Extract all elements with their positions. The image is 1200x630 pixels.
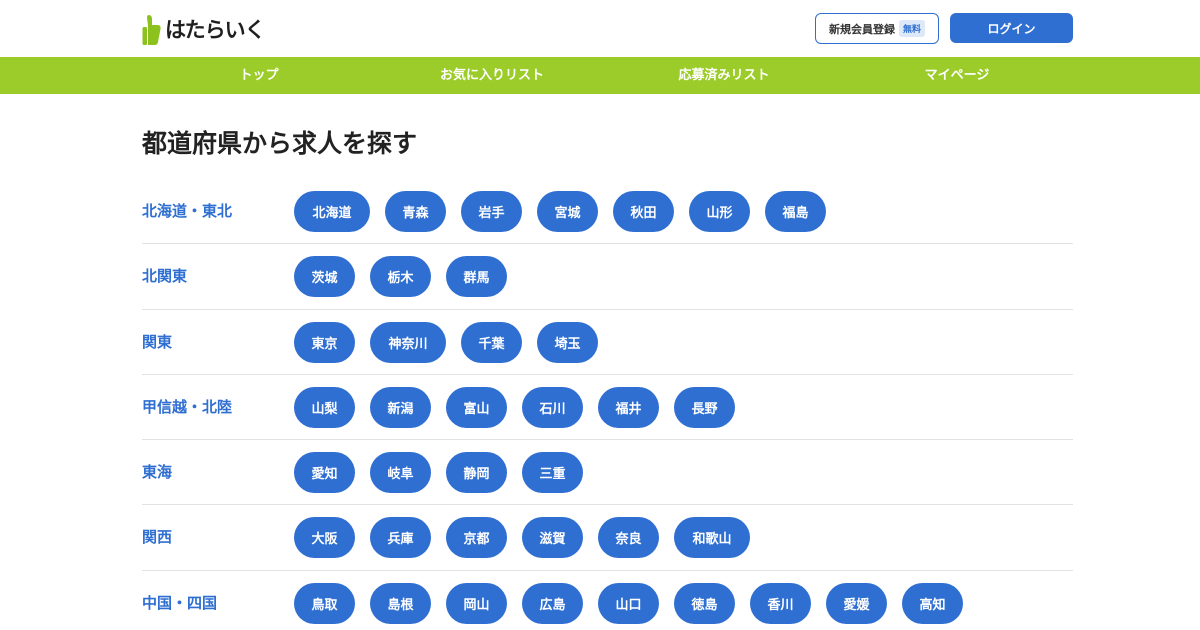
prefecture-button[interactable]: 神奈川	[370, 321, 446, 363]
prefecture-button[interactable]: 千葉	[461, 321, 522, 363]
logo[interactable]: はたらいく	[142, 14, 266, 46]
prefecture-button[interactable]: 埼玉	[537, 321, 598, 363]
prefecture-button[interactable]: 福島	[765, 191, 826, 232]
nav-item-applied[interactable]: 応募済みリスト	[678, 57, 769, 94]
prefecture-button[interactable]: 茨城	[294, 256, 355, 298]
prefecture-button[interactable]: 岩手	[461, 191, 522, 232]
region-name: 北関東	[142, 267, 188, 286]
prefecture-list: 山梨 新潟 富山 石川 福井 長野	[294, 386, 750, 428]
region-row: 関東 東京 神奈川 千葉 埼玉	[142, 310, 1073, 375]
prefecture-button[interactable]: 北海道	[294, 191, 370, 232]
prefecture-button[interactable]: 愛媛	[826, 582, 887, 624]
prefecture-button[interactable]: 群馬	[446, 256, 507, 298]
prefecture-button[interactable]: 京都	[446, 517, 507, 559]
prefecture-button[interactable]: 兵庫	[370, 517, 431, 559]
login-button[interactable]: ログイン	[950, 13, 1073, 43]
prefecture-button[interactable]: 奈良	[598, 517, 659, 559]
prefecture-button[interactable]: 徳島	[674, 582, 735, 624]
prefecture-button[interactable]: 栃木	[370, 256, 431, 298]
nav-item-top[interactable]: トップ	[239, 57, 278, 94]
thumbs-up-icon	[142, 15, 161, 45]
prefecture-button[interactable]: 青森	[385, 191, 446, 232]
prefecture-button[interactable]: 福井	[598, 386, 659, 428]
prefecture-list: 東京 神奈川 千葉 埼玉	[294, 321, 613, 363]
logo-text: はたらいく	[165, 18, 266, 42]
prefecture-button[interactable]: 東京	[294, 321, 355, 363]
region-row: 中国・四国 鳥取 島根 岡山 広島 山口 徳島 香川 愛媛 高知	[142, 571, 1073, 630]
prefecture-button[interactable]: 滋賀	[522, 517, 583, 559]
region-row: 甲信越・北陸 山梨 新潟 富山 石川 福井 長野	[142, 375, 1073, 441]
region-name: 関東	[142, 332, 173, 351]
signup-label: 新規会員登録	[828, 22, 895, 36]
prefecture-list: 鳥取 島根 岡山 広島 山口 徳島 香川 愛媛 高知	[294, 582, 978, 624]
nav-item-favorites[interactable]: お気に入りリスト	[440, 57, 544, 94]
region-name: 東海	[142, 463, 173, 482]
prefecture-button[interactable]: 山口	[598, 582, 659, 624]
page-title: 都道府県から求人を探す	[142, 129, 418, 158]
region-list: 北海道・東北 北海道 青森 岩手 宮城 秋田 山形 福島 北関東 茨城 栃木 群…	[142, 179, 1073, 630]
prefecture-button[interactable]: 静岡	[446, 452, 507, 494]
prefecture-button[interactable]: 愛知	[294, 452, 355, 494]
signup-button[interactable]: 新規会員登録 無料	[815, 13, 939, 44]
prefecture-button[interactable]: 島根	[370, 582, 431, 624]
prefecture-list: 北海道 青森 岩手 宮城 秋田 山形 福島	[294, 191, 841, 232]
prefecture-button[interactable]: 大阪	[294, 517, 355, 559]
prefecture-button[interactable]: 鳥取	[294, 582, 355, 624]
free-badge: 無料	[898, 20, 925, 37]
region-name: 甲信越・北陸	[142, 397, 233, 416]
nav-item-mypage[interactable]: マイページ	[925, 57, 990, 94]
prefecture-button[interactable]: 高知	[902, 582, 963, 624]
region-row: 北海道・東北 北海道 青森 岩手 宮城 秋田 山形 福島	[142, 179, 1073, 245]
prefecture-button[interactable]: 山形	[689, 191, 750, 232]
prefecture-button[interactable]: 長野	[674, 386, 735, 428]
prefecture-button[interactable]: 和歌山	[674, 517, 750, 559]
prefecture-button[interactable]: 香川	[750, 582, 811, 624]
prefecture-list: 愛知 岐阜 静岡 三重	[294, 452, 598, 494]
prefecture-list: 茨城 栃木 群馬	[294, 256, 522, 298]
prefecture-button[interactable]: 新潟	[370, 386, 431, 428]
prefecture-button[interactable]: 広島	[522, 582, 583, 624]
site-header: はたらいく 新規会員登録 無料 ログイン	[0, 0, 1200, 57]
prefecture-button[interactable]: 宮城	[537, 191, 598, 232]
region-row: 東海 愛知 岐阜 静岡 三重	[142, 440, 1073, 506]
region-name: 北海道・東北	[142, 202, 233, 220]
prefecture-button[interactable]: 山梨	[294, 386, 355, 428]
region-name: 関西	[142, 528, 173, 547]
region-row: 北関東 茨城 栃木 群馬	[142, 244, 1073, 310]
prefecture-button[interactable]: 岐阜	[370, 452, 431, 494]
prefecture-button[interactable]: 秋田	[613, 191, 674, 232]
global-nav: トップ お気に入りリスト 応募済みリスト マイページ	[0, 57, 1200, 94]
region-name: 中国・四国	[142, 593, 218, 612]
prefecture-list: 大阪 兵庫 京都 滋賀 奈良 和歌山	[294, 517, 765, 559]
prefecture-button[interactable]: 三重	[522, 452, 583, 494]
prefecture-button[interactable]: 岡山	[446, 582, 507, 624]
prefecture-button[interactable]: 富山	[446, 386, 507, 428]
region-row: 関西 大阪 兵庫 京都 滋賀 奈良 和歌山	[142, 505, 1073, 571]
prefecture-button[interactable]: 石川	[522, 386, 583, 428]
